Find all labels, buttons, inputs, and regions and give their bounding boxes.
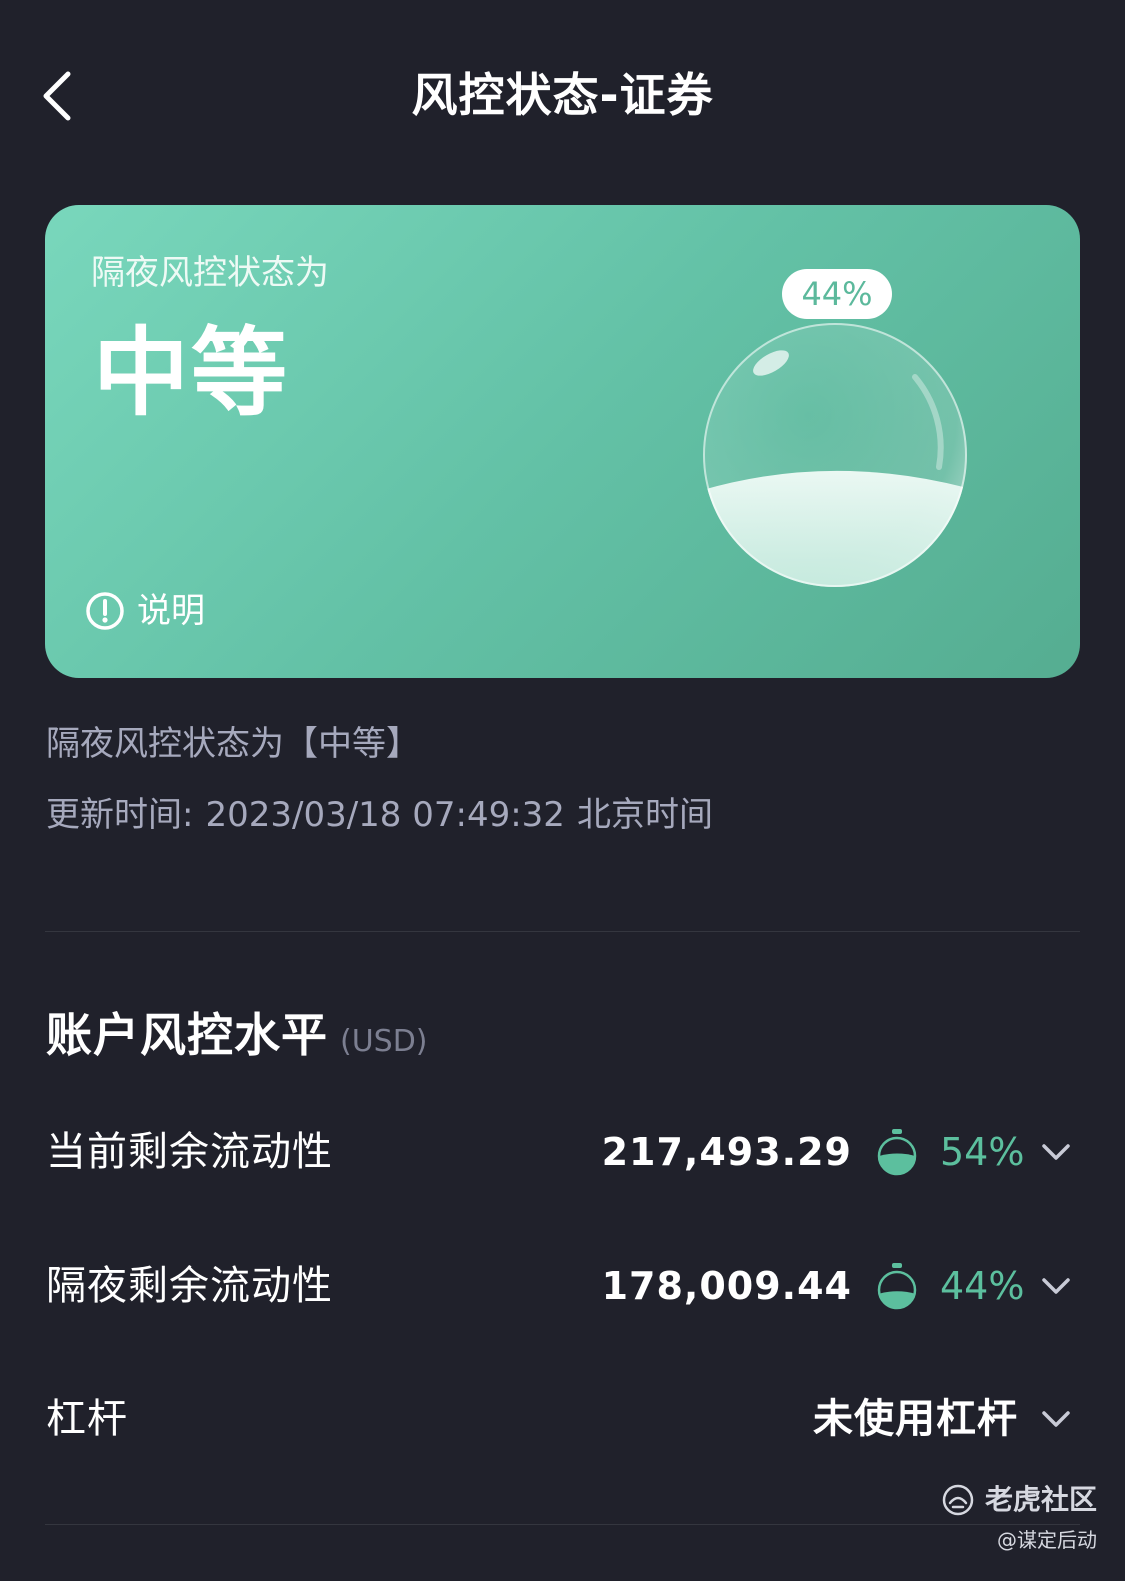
risk-status-card: 隔夜风控状态为 中等 44% 说明 [45, 205, 1080, 678]
gauge-icon [877, 1129, 917, 1176]
page-title: 风控状态-证券 [411, 68, 714, 122]
divider [45, 1524, 1080, 1525]
section-title: 账户风控水平 [46, 1008, 328, 1062]
bubble-percent-badge: 44% [782, 269, 892, 319]
divider [45, 931, 1080, 932]
section-unit: (USD) [340, 1024, 428, 1059]
chevron-down-icon[interactable] [1038, 1401, 1074, 1437]
update-time-line: 更新时间: 2023/03/18 07:49:32 北京时间 [46, 793, 713, 837]
exclamation-circle-icon [86, 592, 124, 630]
row-label: 杠杆 [46, 1396, 128, 1442]
update-time: 2023/03/18 07:49:32 [205, 795, 565, 835]
row-values: 217,493.29 54% [602, 1127, 1080, 1177]
risk-bubble: 44% [703, 267, 975, 587]
explain-label: 说明 [137, 591, 205, 631]
chevron-down-icon[interactable] [1038, 1134, 1074, 1170]
row-leverage[interactable]: 杠杆 未使用杠杆 [46, 1384, 1080, 1454]
card-subtitle: 隔夜风控状态为 [91, 253, 329, 293]
row-values: 178,009.44 44% [602, 1261, 1080, 1311]
bubble-water [703, 470, 967, 587]
row-label: 隔夜剩余流动性 [46, 1263, 333, 1309]
watermark: 老虎社区 @谋定后动 [941, 1482, 1097, 1554]
update-zone: 北京时间 [576, 795, 713, 835]
explain-button[interactable]: 说明 [85, 589, 205, 633]
row-values: 未使用杠杆 [813, 1392, 1080, 1446]
chevron-down-icon[interactable] [1038, 1268, 1074, 1304]
risk-level: 中等 [93, 317, 289, 429]
watermark-brand-text: 老虎社区 [984, 1483, 1097, 1516]
row-label: 当前剩余流动性 [46, 1129, 333, 1175]
row-current-liquidity[interactable]: 当前剩余流动性 217,493.29 54% [46, 1117, 1080, 1187]
row-percent: 44% [940, 1264, 1025, 1308]
row-value: 178,009.44 [601, 1264, 852, 1308]
header-bar: 风控状态-证券 [0, 0, 1125, 190]
row-percent: 54% [940, 1130, 1025, 1174]
tiger-logo-icon [942, 1484, 974, 1516]
update-label: 更新时间: [46, 795, 194, 835]
section-header: 账户风控水平 (USD) [46, 1005, 428, 1065]
watermark-brand: 老虎社区 [941, 1482, 1097, 1518]
row-value: 217,493.29 [601, 1130, 852, 1174]
status-summary: 隔夜风控状态为【中等】 [46, 724, 420, 764]
watermark-user: @谋定后动 [997, 1528, 1097, 1552]
gauge-icon [877, 1263, 917, 1310]
row-value: 未使用杠杆 [813, 1396, 1018, 1442]
row-overnight-liquidity[interactable]: 隔夜剩余流动性 178,009.44 44% [46, 1251, 1080, 1321]
